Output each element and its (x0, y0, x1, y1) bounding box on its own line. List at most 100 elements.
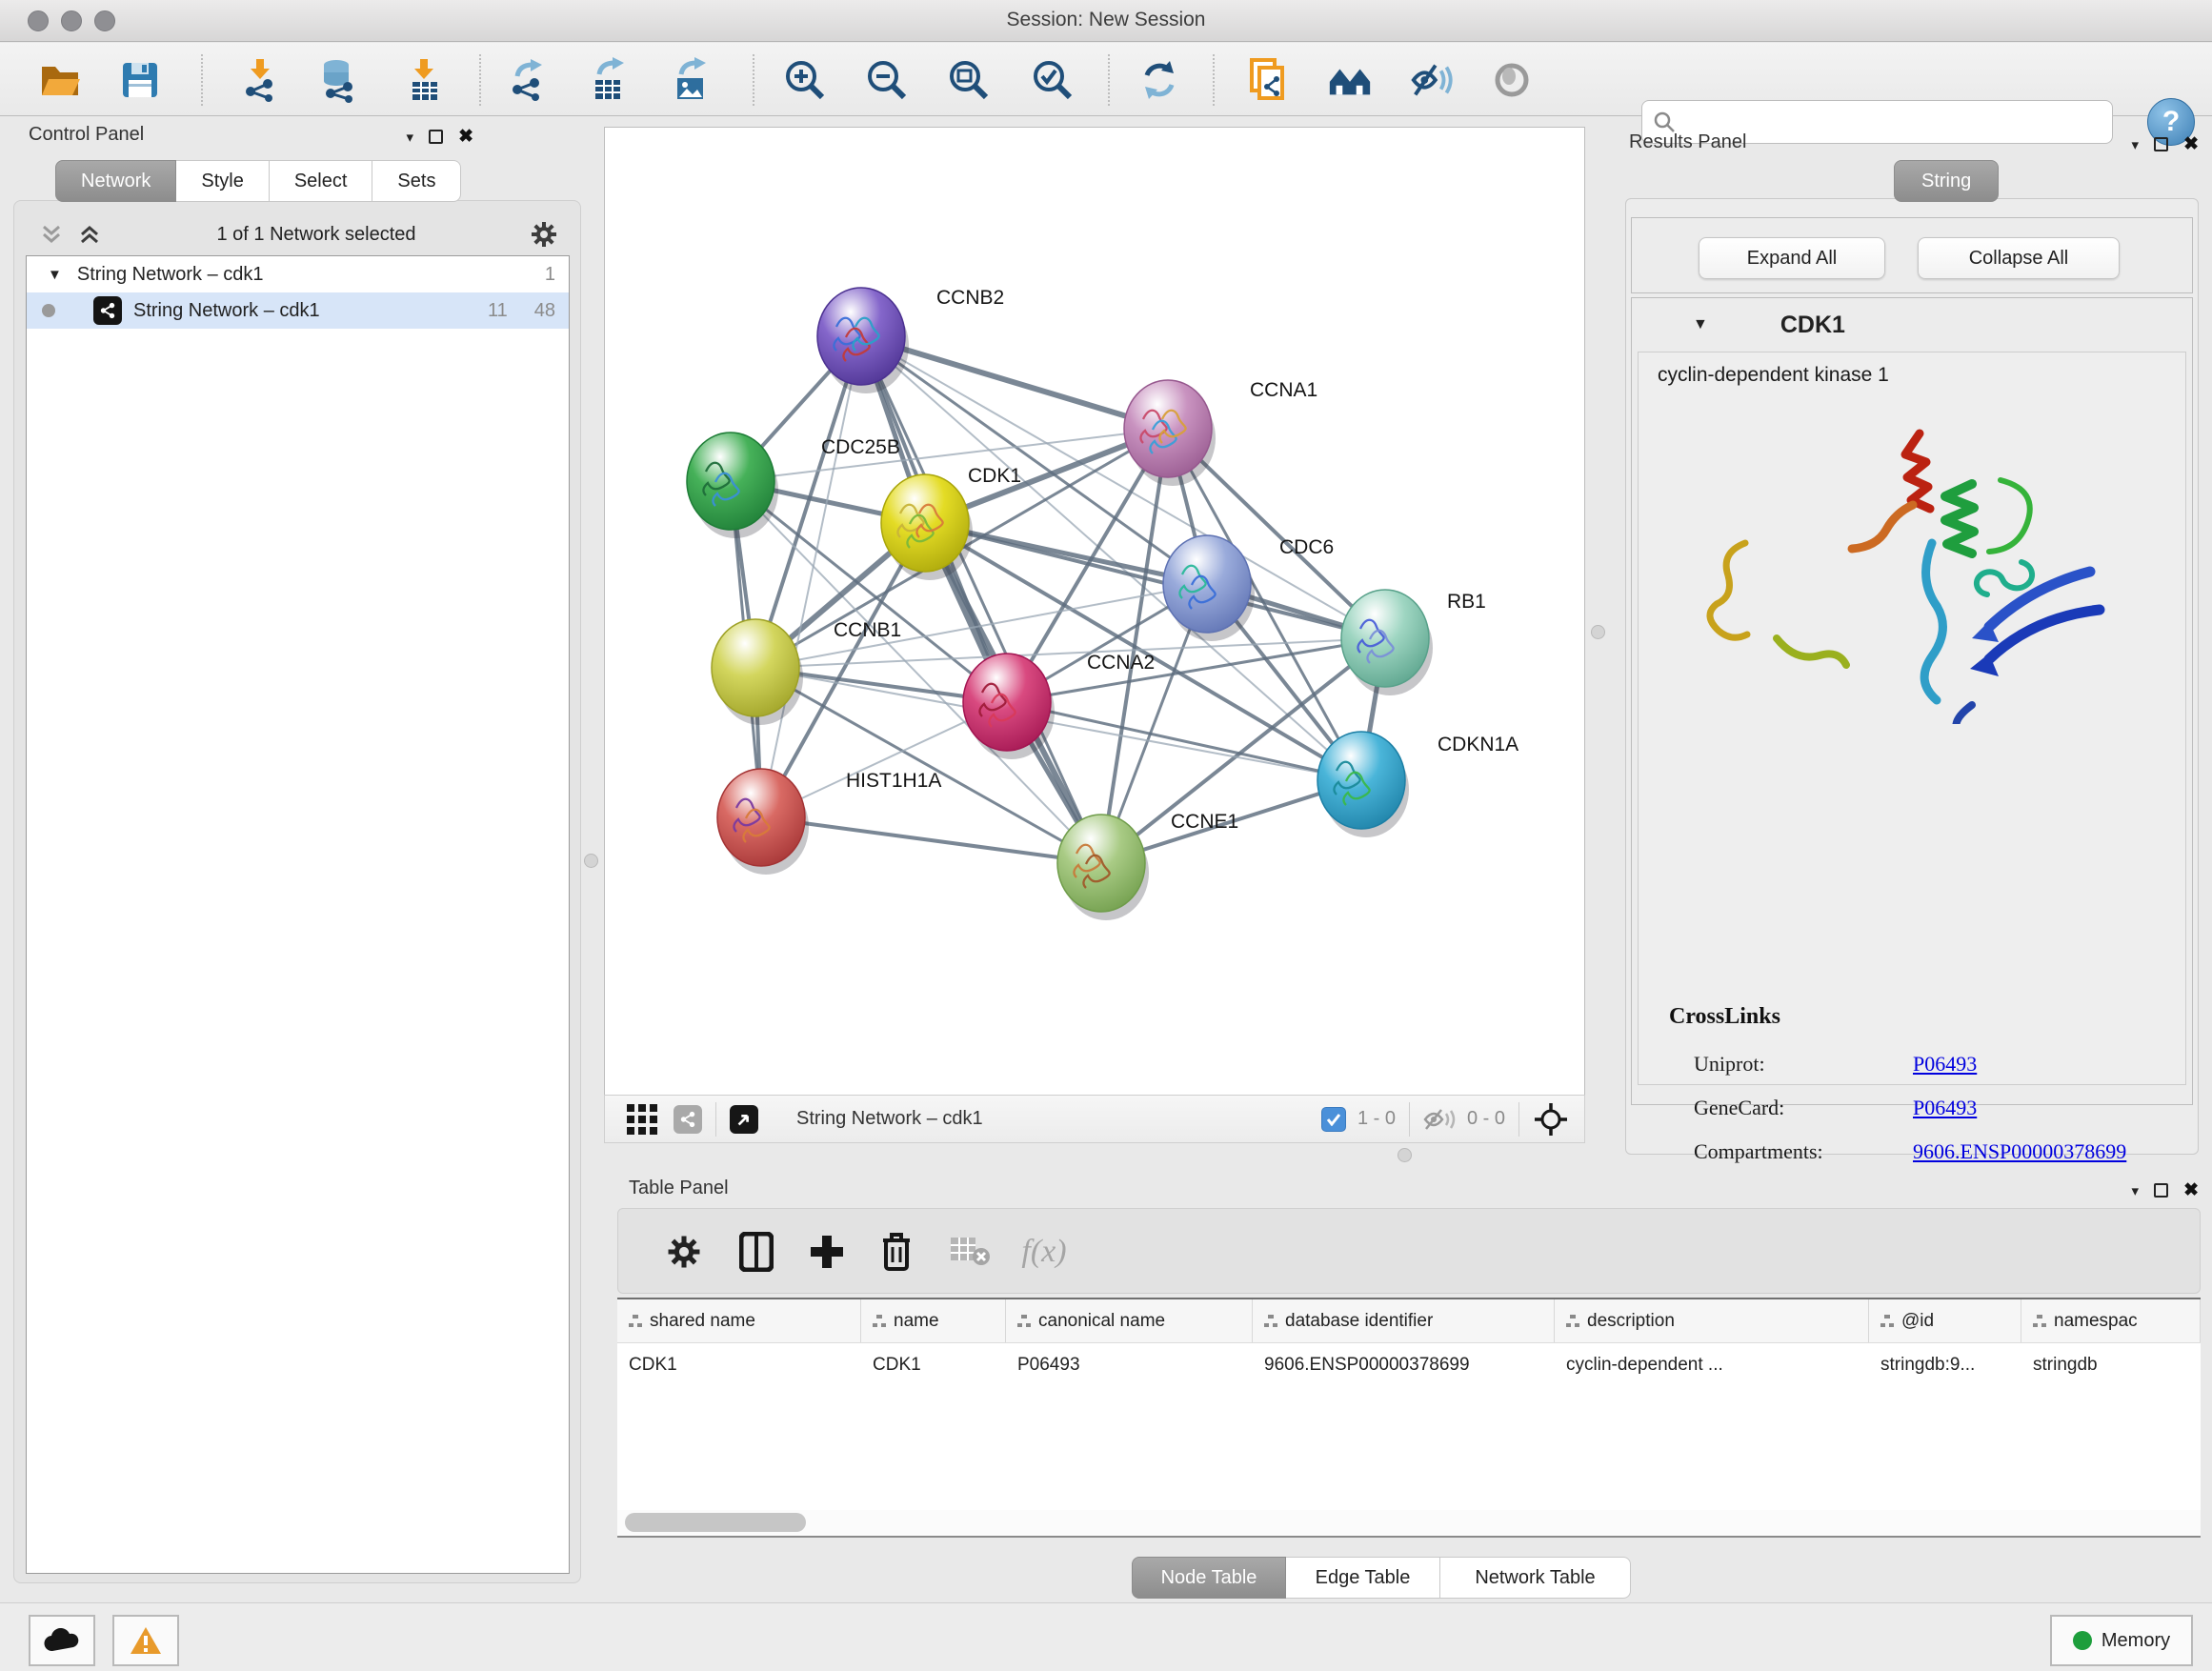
tab-network-table[interactable]: Network Table (1440, 1557, 1631, 1599)
control-panel-float-icon[interactable] (429, 130, 443, 144)
grid-view-icon[interactable] (626, 1103, 658, 1136)
column-header[interactable]: name (861, 1299, 1006, 1342)
export-table-icon[interactable] (585, 56, 633, 104)
expand-all-button[interactable]: Expand All (1699, 237, 1885, 279)
node-CDK1[interactable] (881, 474, 969, 572)
column-label: canonical name (1038, 1311, 1165, 1332)
export-image-icon[interactable] (667, 56, 714, 104)
hide-graphics-details-icon[interactable] (1408, 56, 1456, 104)
column-header[interactable]: shared name (617, 1299, 861, 1342)
network-label: String Network – cdk1 (133, 300, 320, 322)
control-panel-menu-icon[interactable]: ▾ (407, 129, 414, 146)
delete-table-icon[interactable] (944, 1226, 995, 1278)
node-HIST1H1A[interactable] (717, 769, 805, 866)
delete-column-icon[interactable] (871, 1226, 922, 1278)
selected-nodes-checkbox-icon[interactable] (1321, 1107, 1346, 1132)
network-options-gear-icon[interactable] (530, 220, 558, 249)
table-panel-close-icon[interactable]: ✖ (2183, 1179, 2199, 1201)
crosslink-link[interactable]: 9606.ENSP00000378699 (1913, 1139, 2126, 1164)
tab-style[interactable]: Style (176, 160, 269, 202)
edge-HIST1H1A-CCNB2[interactable] (761, 336, 861, 817)
column-header[interactable]: canonical name (1006, 1299, 1253, 1342)
zoom-in-icon[interactable] (781, 56, 829, 104)
memory-button[interactable]: Memory (2050, 1615, 2193, 1666)
column-header[interactable]: namespac (2021, 1299, 2201, 1342)
expand-all-networks-icon[interactable] (78, 224, 103, 245)
crosslink-row: GeneCard:P06493 (1694, 1086, 2170, 1130)
collapse-all-networks-icon[interactable] (40, 224, 65, 245)
import-network-database-icon[interactable] (314, 56, 362, 104)
horizontal-splitter-handle[interactable] (1398, 1148, 1412, 1162)
import-network-file-icon[interactable] (236, 56, 284, 104)
warning-icon (130, 1626, 162, 1655)
crosslink-link[interactable]: P06493 (1913, 1096, 1977, 1120)
node-CCNB2[interactable] (817, 288, 905, 385)
tab-string[interactable]: String (1894, 160, 1999, 202)
column-header[interactable]: @id (1869, 1299, 2021, 1342)
show-graphics-toggle-icon[interactable] (1488, 56, 1536, 104)
network-canvas[interactable]: CCNB2CCNA1CDC25BCDK1CDC6RB1CCNB1CCNA2CDK… (604, 127, 1585, 1101)
birds-eye-view-icon[interactable] (730, 1105, 758, 1134)
open-documentation-icon[interactable] (1244, 56, 1292, 104)
node-CCNE1[interactable] (1057, 815, 1145, 912)
edge-HIST1H1A-CCNE1[interactable] (761, 817, 1101, 863)
node-CDKN1A[interactable] (1317, 732, 1405, 829)
tab-select[interactable]: Select (270, 160, 373, 202)
node-RB1[interactable] (1341, 590, 1429, 687)
node-CDC25B[interactable] (687, 433, 774, 530)
control-panel-close-icon[interactable]: ✖ (458, 126, 473, 148)
column-header[interactable]: description (1555, 1299, 1869, 1342)
tab-sets[interactable]: Sets (372, 160, 461, 202)
export-network-icon[interactable] (505, 56, 553, 104)
network-collection-row[interactable]: ▼ String Network – cdk1 1 (27, 256, 569, 292)
results-panel-close-icon[interactable]: ✖ (2183, 133, 2199, 155)
network-share-icon[interactable] (674, 1105, 702, 1134)
node-CCNB1[interactable] (712, 619, 799, 716)
network-status-dot (42, 304, 55, 317)
node-CDC6[interactable] (1163, 535, 1251, 633)
zoom-selected-icon[interactable] (1029, 56, 1076, 104)
gene-expander-icon[interactable]: ▼ (1693, 316, 1708, 333)
update-network-icon[interactable] (1136, 56, 1183, 104)
table-horizontal-scrollbar[interactable] (617, 1510, 2201, 1535)
tab-network[interactable]: Network (55, 160, 176, 202)
tab-node-table[interactable]: Node Table (1132, 1557, 1286, 1599)
crosslink-link[interactable]: P06493 (1913, 1052, 1977, 1077)
hidden-items-eye-icon[interactable] (1423, 1108, 1456, 1131)
results-panel-menu-icon[interactable]: ▾ (2132, 136, 2140, 153)
control-panel-tabs: Network Style Select Sets (55, 160, 461, 202)
table-cell: stringdb (2021, 1343, 2201, 1387)
warnings-button[interactable] (112, 1615, 179, 1666)
zoom-fit-icon[interactable] (945, 56, 993, 104)
table-row[interactable]: CDK1CDK1P064939606.ENSP00000378699cyclin… (617, 1343, 2201, 1387)
save-session-icon[interactable] (116, 56, 164, 104)
tab-edge-table[interactable]: Edge Table (1286, 1557, 1440, 1599)
network-row[interactable]: String Network – cdk1 11 48 (27, 292, 569, 329)
table-panel-menu-icon[interactable]: ▾ (2132, 1182, 2140, 1199)
right-splitter-handle[interactable] (1591, 625, 1605, 639)
node-label-CCNE1: CCNE1 (1171, 811, 1238, 833)
cloud-status-button[interactable] (29, 1615, 95, 1666)
table-options-gear-icon[interactable] (658, 1226, 710, 1278)
cybrowser-icon[interactable] (1326, 56, 1374, 104)
results-buttons-box: Expand All Collapse All (1631, 217, 2193, 293)
import-table-file-icon[interactable] (400, 56, 448, 104)
results-panel-float-icon[interactable] (2154, 137, 2168, 151)
column-type-icon (1264, 1315, 1277, 1327)
collection-expander-icon[interactable]: ▼ (48, 267, 62, 283)
node-label-CDK1: CDK1 (968, 465, 1021, 487)
show-columns-icon[interactable] (731, 1226, 782, 1278)
function-builder-icon[interactable]: f(x) (1018, 1226, 1070, 1278)
node-CCNA2[interactable] (963, 654, 1051, 751)
node-CCNA1[interactable] (1124, 380, 1212, 477)
table-panel-float-icon[interactable] (2154, 1183, 2168, 1198)
scrollbar-thumb[interactable] (625, 1513, 806, 1532)
zoom-out-icon[interactable] (863, 56, 911, 104)
left-splitter-handle[interactable] (584, 854, 598, 868)
edge-CCNB1-CDKN1A[interactable] (755, 668, 1361, 780)
column-header[interactable]: database identifier (1253, 1299, 1555, 1342)
open-session-icon[interactable] (36, 56, 84, 104)
collapse-all-button[interactable]: Collapse All (1918, 237, 2120, 279)
add-column-icon[interactable] (801, 1226, 853, 1278)
fit-selection-crosshair-icon[interactable] (1533, 1101, 1569, 1137)
